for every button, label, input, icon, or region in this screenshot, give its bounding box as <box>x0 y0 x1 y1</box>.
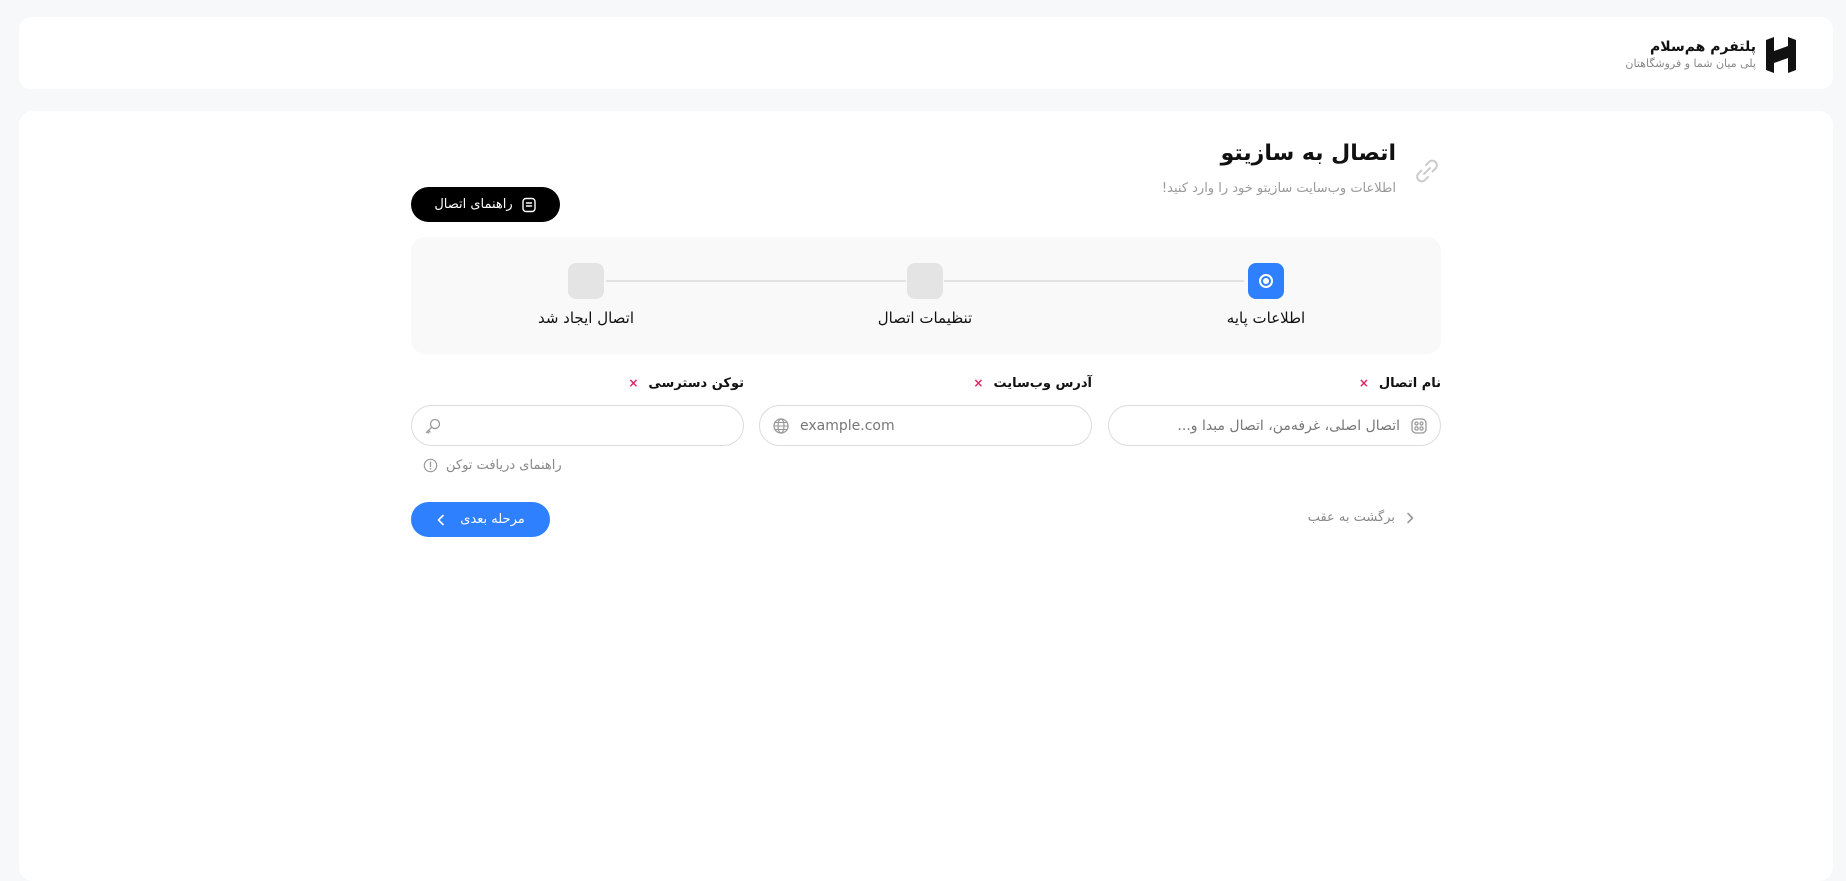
brand-title: پلتفرم هم‌سلام <box>1650 39 1756 55</box>
step-label: تنظیمات اتصال <box>877 309 973 327</box>
page-subtitle: اطلاعات وب‌سایت سازیتو خود را وارد کنید! <box>1161 181 1396 196</box>
website-address-field: آدرس وب‌سایت × <box>759 373 1092 446</box>
step-label: اطلاعات پایه <box>1226 309 1306 327</box>
info-icon <box>423 458 438 473</box>
brand-logo-icon <box>1766 37 1796 73</box>
connection-name-input[interactable] <box>1109 406 1440 445</box>
website-address-label: آدرس وب‌سایت <box>993 375 1092 391</box>
access-token-input[interactable] <box>412 406 743 445</box>
back-label: برگشت به عقب <box>1307 510 1395 525</box>
brand-subtitle: پلی میان شما و فروشگاهتان <box>1625 57 1756 70</box>
step-indicator <box>907 263 943 299</box>
connection-name-label: نام اتصال <box>1378 375 1441 391</box>
required-icon: × <box>628 376 639 390</box>
chevron-right-icon <box>1407 512 1414 523</box>
access-token-input-wrapper <box>411 405 744 446</box>
main-panel: اتصال به سازیتو اطلاعات وب‌سایت سازیتو خ… <box>19 111 1833 881</box>
back-button[interactable]: برگشت به عقب <box>1308 510 1415 525</box>
brand[interactable]: پلتفرم هم‌سلام پلی میان شما و فروشگاهتان <box>1625 35 1798 75</box>
title-row: اتصال به سازیتو اطلاعات وب‌سایت سازیتو خ… <box>411 141 1441 222</box>
website-address-input[interactable] <box>760 406 1091 445</box>
connection-form: اتصال به سازیتو اطلاعات وب‌سایت سازیتو خ… <box>411 111 1441 881</box>
token-help-link[interactable]: راهنمای دریافت توکن <box>423 458 562 473</box>
step-label: اتصال ایجاد شد <box>537 309 635 327</box>
connection-guide-label: راهنمای اتصال <box>434 197 513 212</box>
stepper: اطلاعات پایه تنظیمات اتصال اتصال ایجاد ش… <box>411 237 1441 354</box>
chevron-left-icon <box>437 514 445 525</box>
step-connector <box>944 280 1244 282</box>
token-help-label: راهنمای دریافت توکن <box>446 458 562 473</box>
step-indicator-active <box>1248 263 1284 299</box>
step-indicator <box>568 263 604 299</box>
connection-name-field: نام اتصال × <box>1108 373 1441 446</box>
next-step-label: مرحله بعدی <box>460 512 525 527</box>
access-token-field: توکن دسترسی × <box>411 373 744 446</box>
step-connection-settings[interactable]: تنظیمات اتصال <box>865 263 985 327</box>
access-token-label: توکن دسترسی <box>648 375 744 391</box>
required-icon: × <box>973 376 984 390</box>
top-header: پلتفرم هم‌سلام پلی میان شما و فروشگاهتان <box>19 17 1833 89</box>
step-connector <box>606 280 906 282</box>
next-step-button[interactable]: مرحله بعدی <box>411 502 550 537</box>
step-connection-created[interactable]: اتصال ایجاد شد <box>526 263 646 327</box>
connection-name-input-wrapper <box>1108 405 1441 446</box>
document-icon <box>521 197 536 212</box>
step-basic-info[interactable]: اطلاعات پایه <box>1206 263 1326 327</box>
radio-dot-icon <box>1259 274 1273 288</box>
link-icon <box>1416 159 1438 183</box>
connection-guide-button[interactable]: راهنمای اتصال <box>411 187 560 222</box>
website-address-input-wrapper <box>759 405 1092 446</box>
required-icon: × <box>1358 376 1369 390</box>
page-title: اتصال به سازیتو <box>1220 141 1396 166</box>
